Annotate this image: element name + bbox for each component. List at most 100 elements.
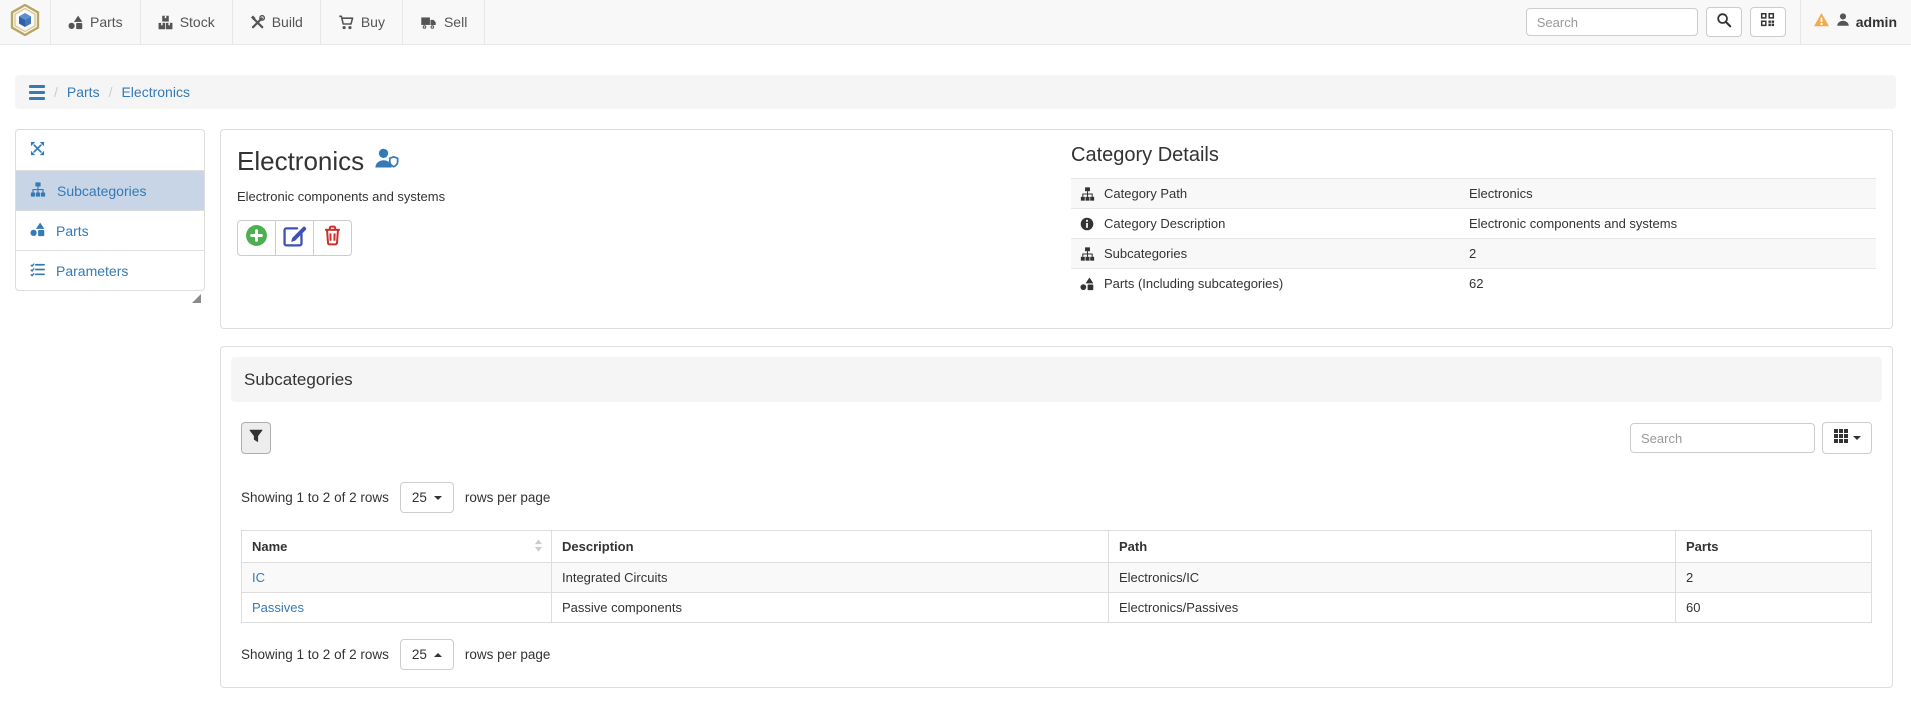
- cell-path: Electronics/IC: [1109, 563, 1676, 593]
- category-actions: [237, 220, 445, 256]
- breadcrumb-separator: /: [109, 84, 113, 100]
- global-search-input[interactable]: [1526, 8, 1698, 36]
- cell-description: Passive components: [552, 593, 1109, 623]
- category-description: Electronic components and systems: [237, 189, 445, 204]
- warning-icon: [1813, 12, 1830, 33]
- nav-item-parts[interactable]: Parts: [50, 0, 140, 44]
- truck-icon: [420, 15, 437, 30]
- user-menu[interactable]: admin: [1813, 12, 1897, 33]
- pagination-info: Showing 1 to 2 of 2 rows: [241, 490, 389, 505]
- nav-item-build[interactable]: Build: [232, 0, 320, 44]
- breadcrumb-link-parts[interactable]: Parts: [67, 84, 100, 100]
- details-label: Subcategories: [1104, 246, 1187, 261]
- info-icon: [1079, 217, 1095, 231]
- details-value: Electronic components and systems: [1461, 209, 1876, 239]
- cart-icon: [338, 15, 354, 30]
- nav-item-label: Sell: [444, 14, 467, 30]
- sidebar-item-label: Parameters: [56, 263, 128, 279]
- delete-category-button[interactable]: [313, 220, 352, 256]
- subcategory-link[interactable]: IC: [252, 570, 265, 585]
- category-details: Category Details Category Path Electroni…: [1071, 144, 1876, 298]
- menu-toggle-icon[interactable]: [29, 85, 45, 100]
- sidebar-resize-handle[interactable]: [192, 294, 201, 303]
- navbar-divider: [1800, 0, 1801, 45]
- pagination-top: Showing 1 to 2 of 2 rows 25 rows per pag…: [231, 482, 1882, 513]
- pagination-info: Showing 1 to 2 of 2 rows: [241, 647, 389, 662]
- table-row: Passives Passive components Electronics/…: [242, 593, 1872, 623]
- details-row: Category Path Electronics: [1071, 179, 1876, 209]
- shapes-icon: [68, 15, 83, 30]
- shapes-icon: [30, 222, 45, 240]
- table-search-input[interactable]: [1630, 423, 1815, 453]
- details-row: Category Description Electronic componen…: [1071, 209, 1876, 239]
- sitemap-icon: [1079, 247, 1095, 261]
- nav-item-stock[interactable]: Stock: [140, 0, 232, 44]
- details-label: Category Path: [1104, 186, 1187, 201]
- cell-parts: 60: [1676, 593, 1872, 623]
- new-subcategory-button[interactable]: [237, 220, 276, 256]
- cell-parts: 2: [1676, 563, 1872, 593]
- sidebar-item-parts[interactable]: Parts: [16, 210, 204, 250]
- cell-description: Integrated Circuits: [552, 563, 1109, 593]
- category-details-table: Category Path Electronics Category Descr…: [1071, 178, 1876, 298]
- rows-per-page-label: rows per page: [465, 647, 551, 662]
- tasks-icon: [30, 262, 45, 280]
- details-label: Parts (Including subcategories): [1104, 276, 1283, 291]
- qrcode-icon: [1760, 12, 1775, 32]
- sitemap-icon: [30, 182, 46, 200]
- filter-button[interactable]: [241, 422, 271, 454]
- cell-path: Electronics/Passives: [1109, 593, 1676, 623]
- breadcrumb-link-electronics[interactable]: Electronics: [121, 84, 189, 100]
- sidebar-item-label: Parts: [56, 223, 89, 239]
- inventree-logo-icon: [10, 4, 40, 41]
- user-shield-icon: [374, 148, 400, 175]
- barcode-scan-button[interactable]: [1750, 7, 1786, 37]
- subcategory-link[interactable]: Passives: [252, 600, 304, 615]
- top-navbar: Parts Stock Build Buy Sell: [0, 0, 1911, 45]
- page-size-value: 25: [412, 490, 427, 505]
- columns-button[interactable]: [1822, 422, 1872, 454]
- nav-item-label: Build: [272, 14, 303, 30]
- column-header-path: Path: [1109, 531, 1676, 563]
- breadcrumb-separator: /: [54, 84, 58, 100]
- nav-item-label: Buy: [361, 14, 385, 30]
- page-size-button[interactable]: 25: [400, 482, 454, 513]
- search-icon: [1716, 12, 1732, 33]
- page-size-value: 25: [412, 647, 427, 662]
- boxes-icon: [158, 15, 173, 30]
- details-value: 62: [1461, 269, 1876, 299]
- navbar-right: admin: [1526, 0, 1911, 44]
- columns-grid-icon: [1834, 429, 1848, 448]
- expand-arrows-icon: [30, 141, 45, 159]
- page-sidebar: Subcategories Parts Parameters: [15, 129, 205, 291]
- details-value: Electronics: [1461, 179, 1876, 209]
- sort-icon: [534, 539, 543, 554]
- trash-icon: [323, 225, 342, 251]
- column-header-name[interactable]: Name: [242, 531, 552, 563]
- sidebar-item-label: Subcategories: [57, 183, 147, 199]
- table-row: IC Integrated Circuits Electronics/IC 2: [242, 563, 1872, 593]
- search-button[interactable]: [1706, 7, 1742, 37]
- details-value: 2: [1461, 239, 1876, 269]
- sidebar-item-subcategories[interactable]: Subcategories: [16, 170, 204, 210]
- column-header-parts: Parts: [1676, 531, 1872, 563]
- sitemap-icon: [1079, 187, 1095, 201]
- filter-icon: [249, 429, 263, 448]
- nav-item-buy[interactable]: Buy: [320, 0, 402, 44]
- username-label: admin: [1856, 14, 1897, 30]
- app-logo[interactable]: [0, 0, 50, 44]
- tools-icon: [250, 15, 265, 30]
- page-title: Electronics: [237, 146, 364, 177]
- shapes-icon: [1079, 277, 1095, 291]
- details-row: Parts (Including subcategories) 62: [1071, 269, 1876, 299]
- nav-item-sell[interactable]: Sell: [402, 0, 485, 44]
- sidebar-item-parameters[interactable]: Parameters: [16, 250, 204, 290]
- page-size-button[interactable]: 25: [400, 639, 454, 670]
- chevron-down-icon: [1853, 436, 1861, 440]
- column-header-description: Description: [552, 531, 1109, 563]
- edit-category-button[interactable]: [275, 220, 314, 256]
- sidebar-collapse-toggle[interactable]: [16, 130, 204, 170]
- table-toolbar: [231, 422, 1882, 454]
- category-summary-panel: Electronics Electronic components and sy…: [220, 129, 1893, 329]
- details-row: Subcategories 2: [1071, 239, 1876, 269]
